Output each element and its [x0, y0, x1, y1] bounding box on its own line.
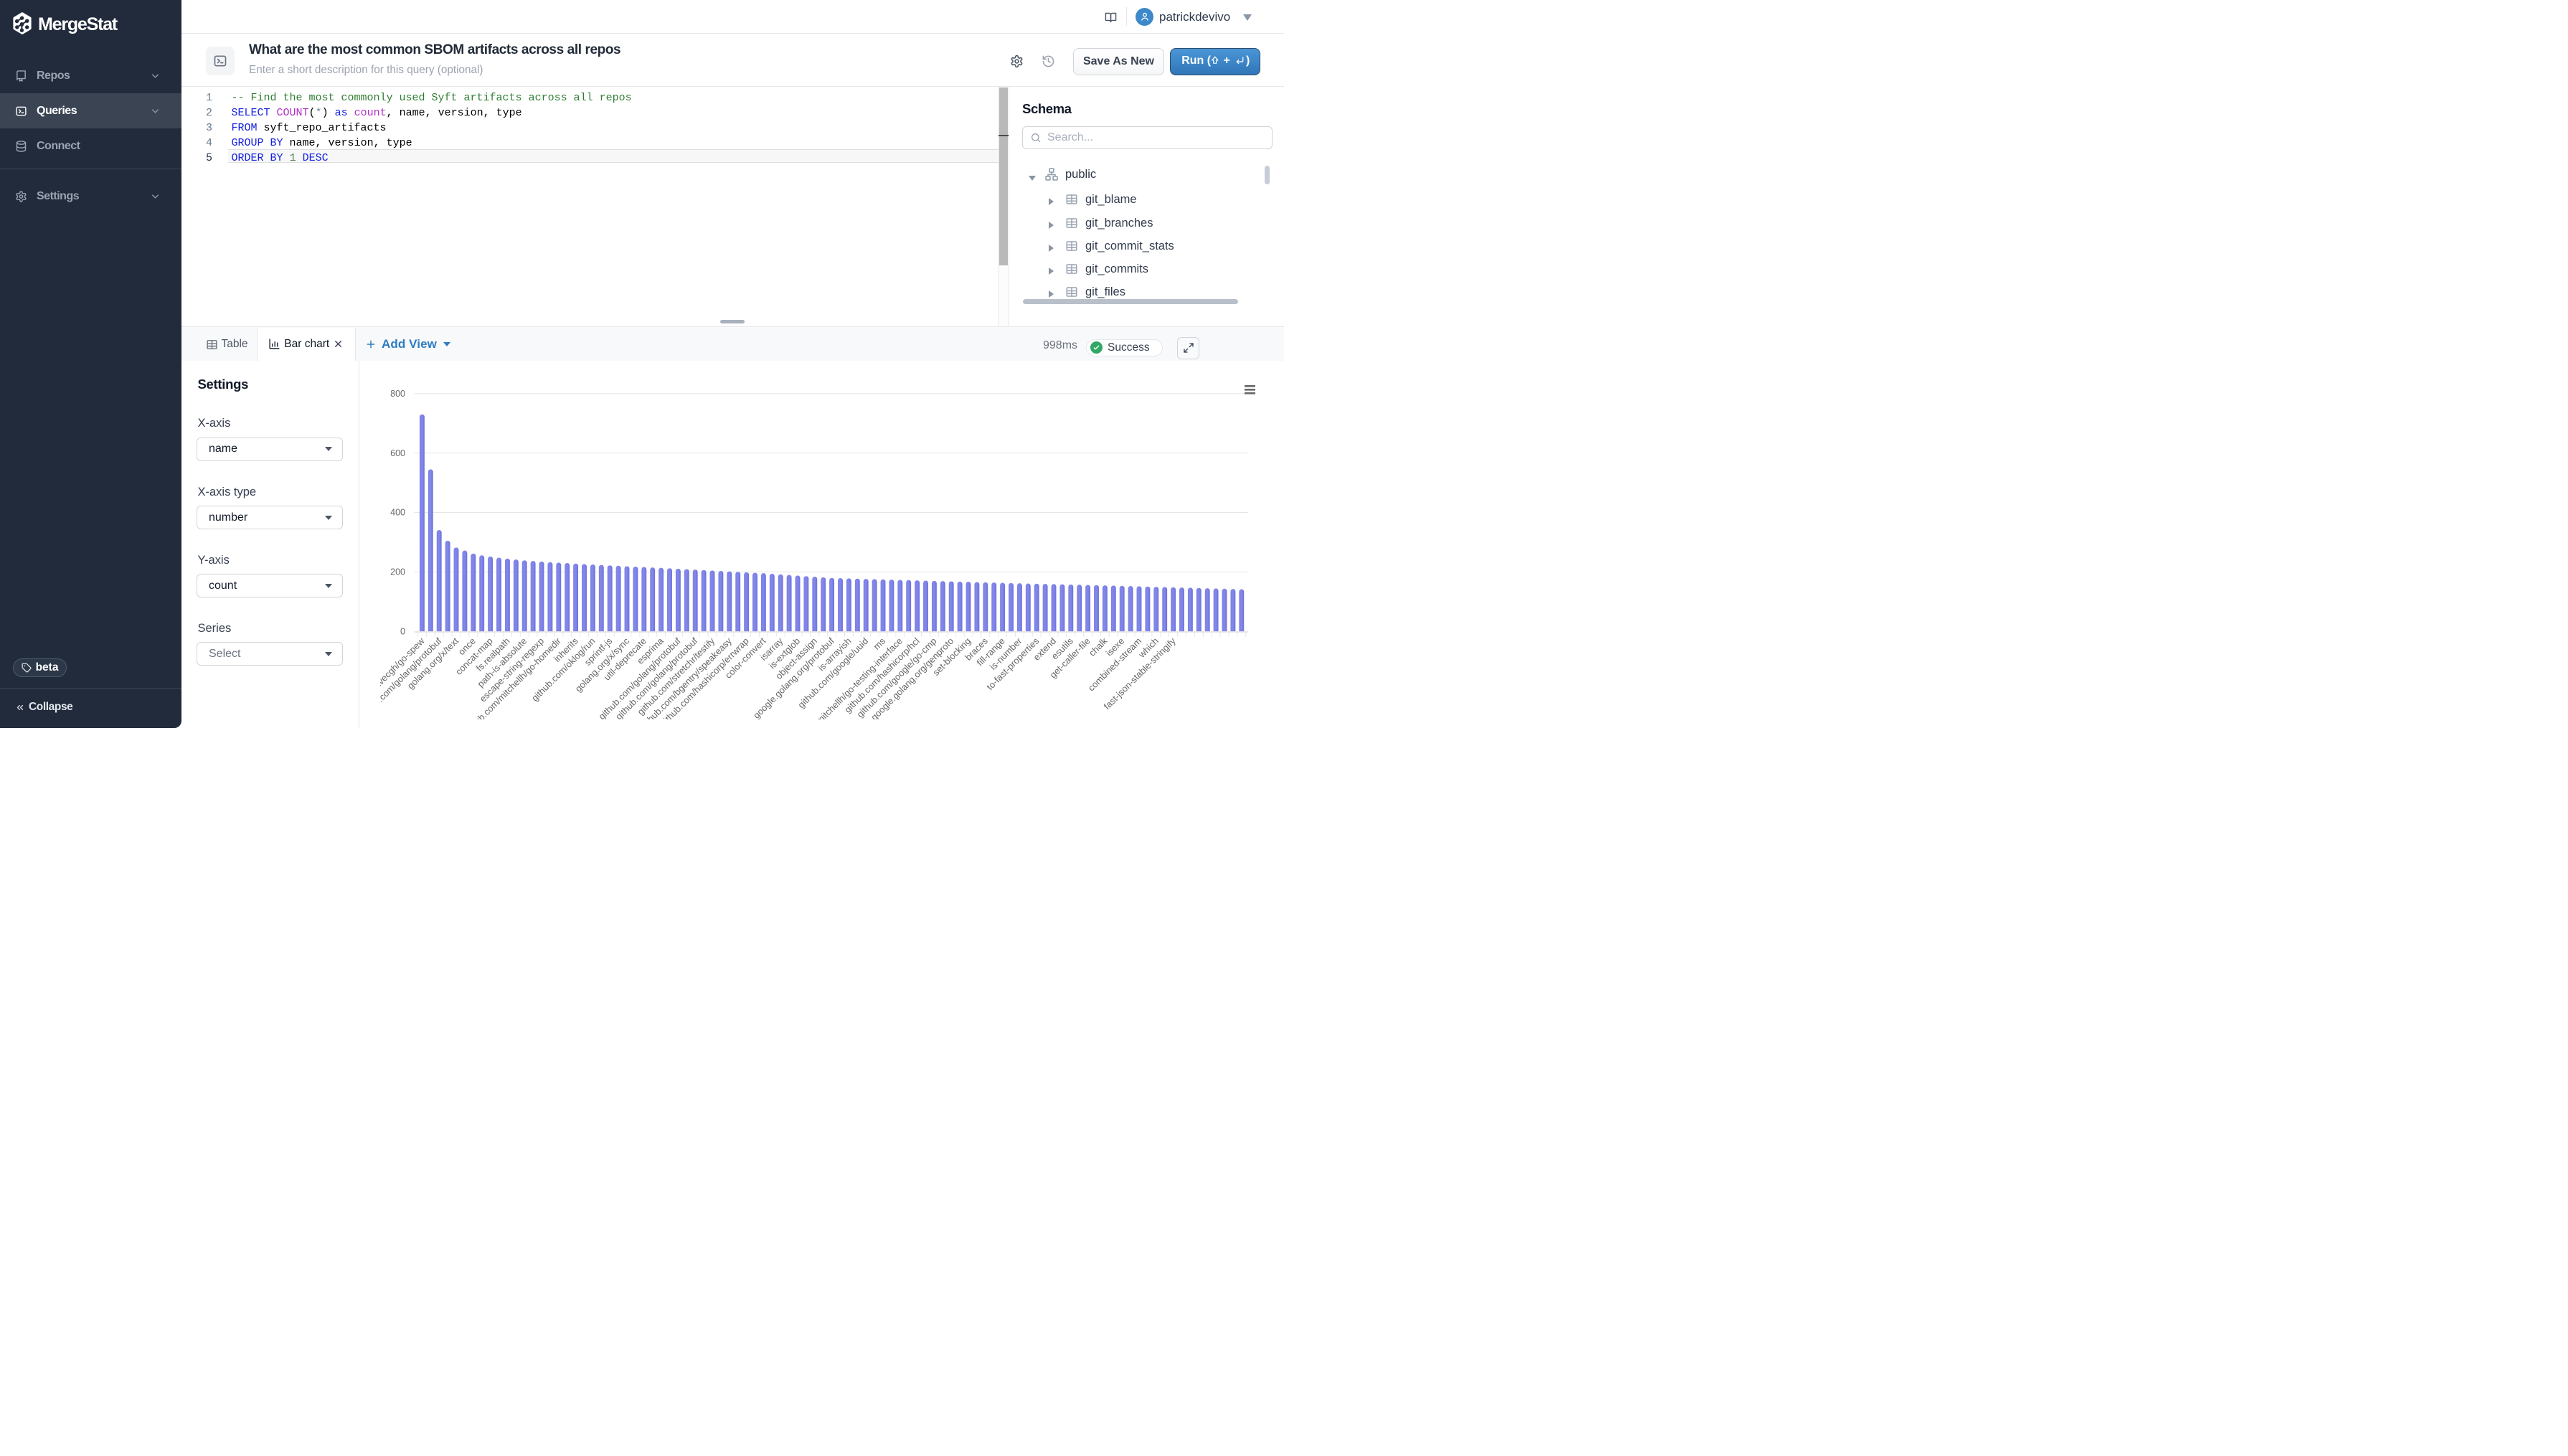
- svg-text:200: 200: [390, 567, 405, 577]
- svg-text:chalk: chalk: [1087, 635, 1110, 658]
- svg-text:400: 400: [390, 508, 405, 518]
- svg-text:800: 800: [390, 389, 405, 399]
- svg-text:0: 0: [400, 627, 405, 637]
- svg-text:600: 600: [390, 448, 405, 458]
